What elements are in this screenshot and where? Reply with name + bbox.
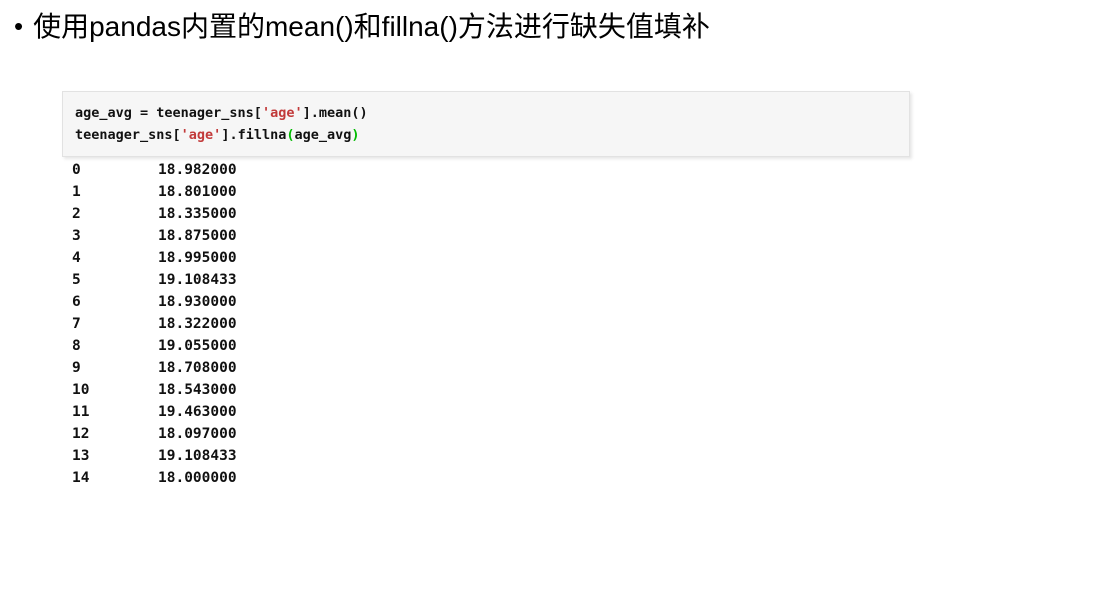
output-row-value: 19.055000: [158, 338, 237, 354]
code-token-string-age-2: 'age': [180, 127, 222, 143]
output-row-index: 5: [72, 272, 81, 288]
output-row: 4 18.995000: [72, 247, 402, 269]
output-row-index: 0: [72, 162, 81, 178]
output-row-value: 18.875000: [158, 228, 237, 244]
output-row-index: 8: [72, 338, 81, 354]
output-row: 0 18.982000: [72, 159, 402, 181]
output-row-value: 19.108433: [158, 448, 237, 464]
code-token-assign-lhs: age_avg = teenager_sns[: [75, 105, 262, 121]
output-row: 10 18.543000: [72, 379, 402, 401]
output-row-index: 11: [72, 404, 90, 420]
code-token-series-access: teenager_sns[: [75, 127, 181, 143]
output-row: 8 19.055000: [72, 335, 402, 357]
output-row-index: 1: [72, 184, 81, 200]
output-row: 1 18.801000: [72, 181, 402, 203]
output-row-index: 10: [72, 382, 90, 398]
output-row-index: 2: [72, 206, 81, 222]
output-row: 14 18.000000: [72, 467, 402, 489]
output-row-value: 18.543000: [158, 382, 237, 398]
output-row: 5 19.108433: [72, 269, 402, 291]
output-row-index: 3: [72, 228, 81, 244]
code-line-2: teenager_sns['age'].fillna(age_avg): [75, 124, 895, 146]
code-token-arg-age-avg: age_avg: [294, 127, 352, 143]
output-row-value: 18.335000: [158, 206, 237, 222]
code-token-paren-close: ): [351, 127, 360, 143]
output-row-index: 14: [72, 470, 90, 486]
output-row-value: 18.000000: [158, 470, 237, 486]
code-line-1: age_avg = teenager_sns['age'].mean(): [75, 102, 895, 124]
output-row: 3 18.875000: [72, 225, 402, 247]
output-row-value: 18.982000: [158, 162, 237, 178]
code-token-mean-call: ].mean(): [302, 105, 368, 121]
output-row: 9 18.708000: [72, 357, 402, 379]
output-row: 11 19.463000: [72, 401, 402, 423]
output-row-index: 9: [72, 360, 81, 376]
output-row: 2 18.335000: [72, 203, 402, 225]
output-row-value: 18.930000: [158, 294, 237, 310]
code-token-fillna: ].fillna: [221, 127, 287, 143]
output-row-value: 18.801000: [158, 184, 237, 200]
bullet-icon: •: [14, 11, 24, 41]
output-listing: 0 18.982000 1 18.801000 2 18.335000 3 18.875000…: [72, 159, 402, 489]
output-row-index: 6: [72, 294, 81, 310]
page-title: 使用pandas内置的mean()和fillna()方法进行缺失值填补: [33, 11, 710, 42]
slide-title-line: • 使用pandas内置的mean()和fillna()方法进行缺失值填补: [14, 9, 1094, 45]
output-row-value: 19.108433: [158, 272, 237, 288]
output-row-index: 4: [72, 250, 81, 266]
output-row-index: 12: [72, 426, 90, 442]
output-row: 7 18.322000: [72, 313, 402, 335]
code-token-string-age: 'age': [261, 105, 303, 121]
output-row: 12 18.097000: [72, 423, 402, 445]
output-row-index: 13: [72, 448, 90, 464]
output-row-value: 19.463000: [158, 404, 237, 420]
output-row-index: 7: [72, 316, 81, 332]
code-block: age_avg = teenager_sns['age'].mean() tee…: [62, 91, 910, 157]
output-row-value: 18.097000: [158, 426, 237, 442]
output-row: 13 19.108433: [72, 445, 402, 467]
output-row-value: 18.708000: [158, 360, 237, 376]
output-row-value: 18.322000: [158, 316, 237, 332]
output-row-value: 18.995000: [158, 250, 237, 266]
output-row: 6 18.930000: [72, 291, 402, 313]
